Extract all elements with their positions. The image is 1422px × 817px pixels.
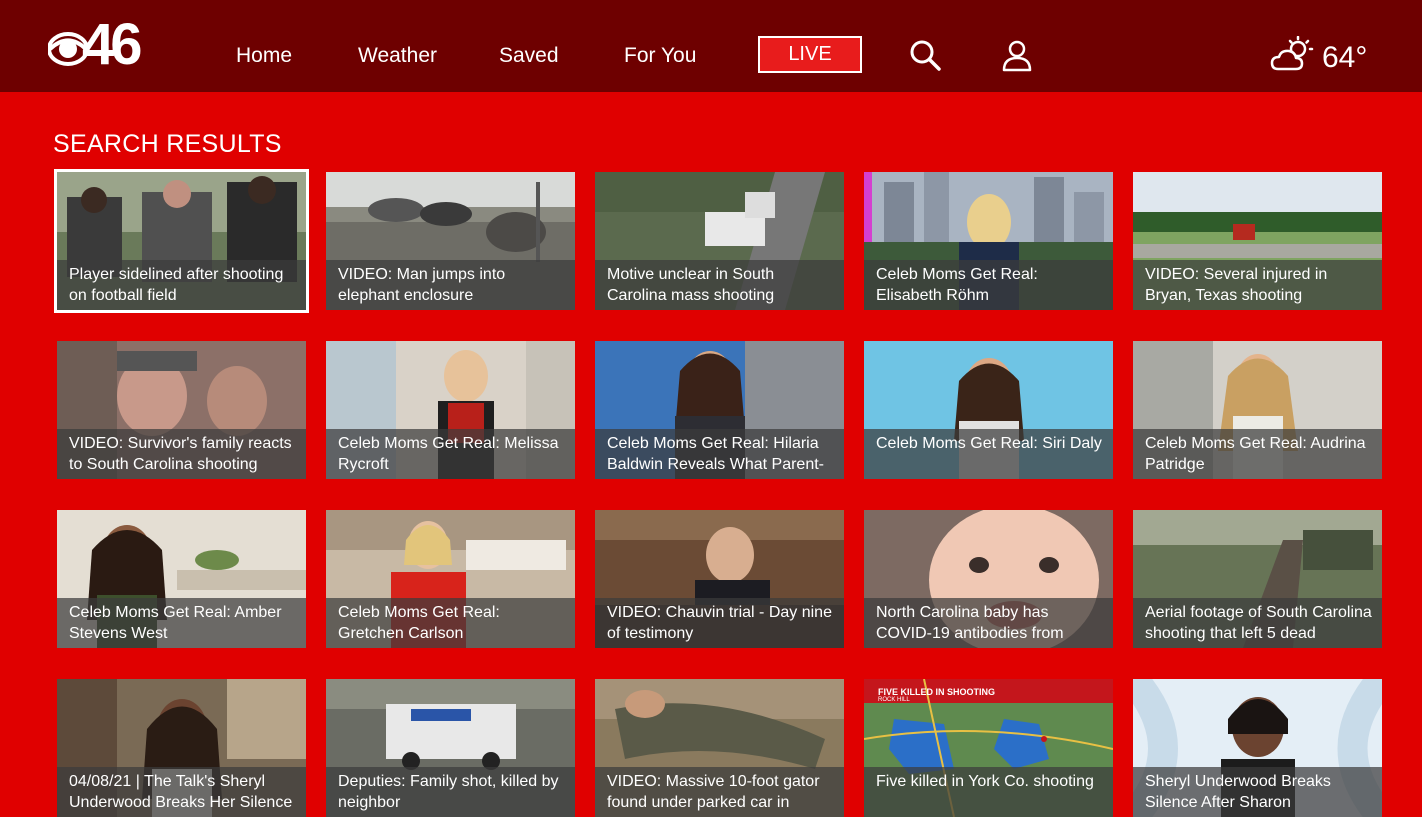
nav-for-you[interactable]: For You (624, 43, 696, 69)
result-tile[interactable]: VIDEO: Man jumps into elephant enclosure (326, 172, 575, 310)
user-icon (1002, 40, 1032, 72)
result-tile[interactable]: Celeb Moms Get Real: Melissa Rycroft (326, 341, 575, 479)
result-caption: VIDEO: Man jumps into elephant enclosure (326, 260, 575, 310)
result-tile[interactable]: Sheryl Underwood Breaks Silence After Sh… (1133, 679, 1382, 817)
result-tile[interactable]: Deputies: Family shot, killed by neighbo… (326, 679, 575, 817)
result-caption: Celeb Moms Get Real: Melissa Rycroft (326, 429, 575, 479)
result-tile[interactable]: Celeb Moms Get Real: Siri Daly (864, 341, 1113, 479)
result-caption: Deputies: Family shot, killed by neighbo… (326, 767, 575, 817)
result-caption: VIDEO: Massive 10-foot gator found under… (595, 767, 844, 817)
result-tile[interactable]: VIDEO: Several injured in Bryan, Texas s… (1133, 172, 1382, 310)
result-caption: North Carolina baby has COVID-19 antibod… (864, 598, 1113, 648)
result-caption: 04/08/21 | The Talk's Sheryl Underwood B… (57, 767, 306, 817)
search-icon (910, 40, 941, 71)
result-tile[interactable]: VIDEO: Survivor's family reacts to South… (57, 341, 306, 479)
nav-home[interactable]: Home (236, 43, 292, 69)
result-caption: Motive unclear in South Carolina mass sh… (595, 260, 844, 310)
result-tile[interactable]: Aerial footage of South Carolina shootin… (1133, 510, 1382, 648)
result-tile[interactable]: Motive unclear in South Carolina mass sh… (595, 172, 844, 310)
result-tile[interactable]: Player sidelined after shooting on footb… (54, 169, 309, 313)
result-caption: VIDEO: Several injured in Bryan, Texas s… (1133, 260, 1382, 310)
result-tile[interactable]: Celeb Moms Get Real: Hilaria Baldwin Rev… (595, 341, 844, 479)
result-caption: Aerial footage of South Carolina shootin… (1133, 598, 1382, 648)
overlay-location: ROCK HILL (878, 697, 910, 703)
partly-cloudy-sun-icon (1270, 36, 1314, 71)
result-caption: VIDEO: Survivor's family reacts to South… (57, 429, 306, 479)
temperature: 64° (1322, 41, 1368, 74)
result-tile[interactable]: VIDEO: Chauvin trial - Day nine of testi… (595, 510, 844, 648)
result-caption: VIDEO: Chauvin trial - Day nine of testi… (595, 598, 844, 648)
result-caption: Celeb Moms Get Real: Siri Daly (864, 429, 1113, 479)
overlay-headline: FIVE KILLED IN SHOOTING (878, 687, 996, 697)
nav-saved[interactable]: Saved (499, 43, 559, 69)
nav-weather[interactable]: Weather (358, 43, 437, 69)
result-tile[interactable]: Celeb Moms Get Real: Amber Stevens West (57, 510, 306, 648)
result-caption: Celeb Moms Get Real: Hilaria Baldwin Rev… (595, 429, 844, 479)
result-tile[interactable]: 04/08/21 | The Talk's Sheryl Underwood B… (57, 679, 306, 817)
result-caption: Celeb Moms Get Real: Gretchen Carlson (326, 598, 575, 648)
result-tile[interactable]: VIDEO: Massive 10-foot gator found under… (595, 679, 844, 817)
result-caption: Celeb Moms Get Real: Amber Stevens West (57, 598, 306, 648)
result-caption: Celeb Moms Get Real: Audrina Patridge (1133, 429, 1382, 479)
search-button[interactable] (908, 38, 942, 72)
page-title: SEARCH RESULTS (53, 130, 282, 158)
cbs46-logo[interactable]: 46 (48, 16, 142, 78)
result-caption: Celeb Moms Get Real: Elisabeth Röhm (864, 260, 1113, 310)
account-button[interactable] (1000, 38, 1034, 72)
result-tile[interactable]: Celeb Moms Get Real: Gretchen Carlson (326, 510, 575, 648)
result-tile[interactable]: FIVE KILLED IN SHOOTING ROCK HILL Five k… (864, 679, 1113, 817)
result-caption: Five killed in York Co. shooting (864, 767, 1113, 817)
result-tile[interactable]: Celeb Moms Get Real: Elisabeth Röhm (864, 172, 1113, 310)
result-caption: Player sidelined after shooting on footb… (57, 260, 306, 310)
top-navigation-bar: 46 Home Weather Saved For You LIVE 64° (0, 0, 1422, 92)
result-caption: Sheryl Underwood Breaks Silence After Sh… (1133, 767, 1382, 817)
result-tile[interactable]: Celeb Moms Get Real: Audrina Patridge (1133, 341, 1382, 479)
live-button[interactable]: LIVE (758, 36, 862, 73)
result-tile[interactable]: North Carolina baby has COVID-19 antibod… (864, 510, 1113, 648)
logo-number: 46 (82, 12, 142, 77)
